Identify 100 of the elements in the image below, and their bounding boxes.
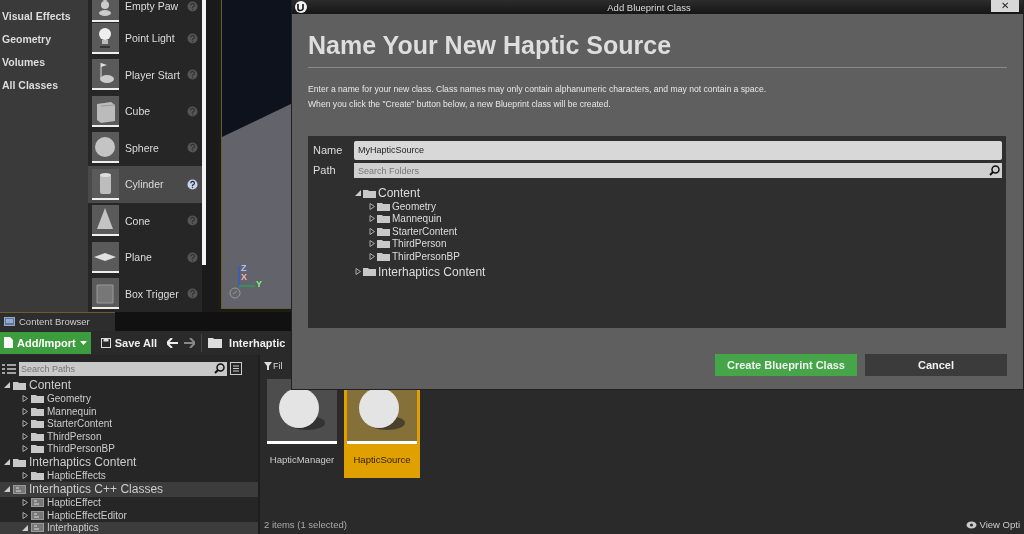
- folder-icon: [208, 337, 224, 349]
- folder-icon: [377, 226, 390, 236]
- folder-tree-item[interactable]: Geometry: [0, 392, 258, 405]
- actor-label: Box Trigger: [125, 287, 180, 300]
- folder-icon: [363, 267, 376, 276]
- search-icon: [989, 165, 1000, 176]
- code-folder-icon: [31, 510, 44, 520]
- help-icon: [187, 251, 198, 263]
- folder-tree-item[interactable]: Interhaptics Content: [0, 455, 258, 470]
- folder-icon: [31, 394, 44, 404]
- folder-icon: [31, 406, 44, 416]
- code-folder-icon: [13, 484, 26, 494]
- folder-tree-item[interactable]: ThirdPersonBP: [355, 250, 1002, 263]
- actor-list-item[interactable]: Cube: [88, 93, 202, 130]
- actor-label: Cylinder: [125, 178, 165, 191]
- folder-tree-item[interactable]: HapticEffects: [0, 469, 258, 482]
- dialog-title: Add Blueprint Class: [607, 1, 691, 13]
- folder-tree-item[interactable]: Content: [0, 378, 258, 393]
- folder-tree-item[interactable]: Geometry: [355, 200, 1002, 213]
- folder-tree-item[interactable]: Interhaptics: [0, 521, 258, 534]
- actor-thumbnail: [92, 241, 119, 273]
- folder-tree-item[interactable]: ThirdPerson: [0, 430, 258, 443]
- folder-tree-item[interactable]: ThirdPersonBP: [0, 442, 258, 455]
- breadcrumb-link[interactable]: Interhaptic: [229, 336, 286, 349]
- file-icon: [4, 337, 13, 349]
- folder-icon: [377, 201, 390, 211]
- folder-icon: [13, 457, 26, 467]
- folder-icon: [363, 188, 376, 198]
- actor-list-item[interactable]: Sphere: [88, 129, 202, 166]
- folder-icon: [31, 431, 44, 441]
- folder-tree-item[interactable]: StarterContent: [0, 417, 258, 430]
- actor-thumbnail: [92, 132, 119, 164]
- actor-list-item[interactable]: Cylinder: [88, 166, 202, 203]
- actor-thumbnail: [92, 95, 119, 127]
- folder-tree-item[interactable]: Mannequin: [355, 212, 1002, 225]
- help-icon: [187, 288, 198, 300]
- help-icon: [187, 0, 198, 12]
- actor-thumbnail: [92, 278, 119, 310]
- name-input-field[interactable]: MyHapticSource: [354, 140, 1002, 160]
- actor-thumbnail: [92, 59, 119, 91]
- save-all-button[interactable]: Save All: [96, 336, 162, 349]
- folder-icon: [31, 419, 44, 429]
- menu-icon: [230, 362, 242, 375]
- help-icon: [187, 178, 198, 190]
- filter-icon: [264, 362, 272, 370]
- category-item[interactable]: Volumes: [0, 54, 88, 70]
- folder-tree-item[interactable]: HapticEffectEditor: [0, 509, 258, 522]
- actor-list-item[interactable]: Empty Paw: [88, 0, 202, 20]
- actor-list-item[interactable]: Point Light: [88, 20, 202, 57]
- actor-list-item[interactable]: Cone: [88, 202, 202, 239]
- logo-icon: [295, 1, 307, 13]
- help-icon: [187, 142, 198, 154]
- folder-icon: [377, 239, 390, 249]
- help-icon: [187, 32, 198, 44]
- help-icon: [187, 215, 198, 227]
- actor-label: Cube: [125, 105, 152, 118]
- folder-tree-item[interactable]: StarterContent: [355, 225, 1002, 238]
- actor-list-item[interactable]: Plane: [88, 239, 202, 276]
- filters-button[interactable]: Fil: [264, 359, 283, 373]
- search-icon: [214, 363, 225, 374]
- eye-icon: [965, 520, 977, 529]
- actor-label: Plane: [125, 251, 153, 264]
- help-icon: [187, 69, 198, 81]
- cancel-button[interactable]: Cancel: [865, 354, 1007, 376]
- actor-label: Empty Paw: [125, 0, 180, 12]
- name-label: Name: [313, 144, 344, 156]
- expanded-arrow-icon: [22, 524, 28, 531]
- actor-label: Cone: [125, 214, 152, 227]
- folder-icon: [377, 251, 390, 261]
- folder-icon: [377, 214, 390, 224]
- content-browser-tab[interactable]: Content Browser: [0, 312, 115, 331]
- actor-label: Sphere: [125, 141, 160, 154]
- view-options-button[interactable]: View Opti: [965, 519, 1020, 530]
- save-icon: [100, 337, 111, 348]
- folder-tree-item[interactable]: Content: [355, 186, 1002, 200]
- folder-tree-item[interactable]: Mannequin: [0, 405, 258, 418]
- dialog-heading: Name Your New Haptic Source: [308, 31, 673, 61]
- folder-icon: [31, 444, 44, 454]
- back-arrow-icon: [167, 337, 179, 348]
- forward-arrow-icon: [184, 337, 196, 348]
- expanded-arrow-icon: [4, 486, 10, 493]
- folder-tree-item[interactable]: ThirdPerson: [355, 237, 1002, 250]
- folder-tree-item[interactable]: Interhaptics Content: [355, 264, 1002, 279]
- category-item[interactable]: All Classes: [0, 77, 88, 93]
- caret-icon: [79, 340, 87, 345]
- help-icon: [187, 105, 198, 117]
- close-button[interactable]: ✕: [991, 0, 1019, 12]
- item-count-text: 2 items (1 selected): [264, 519, 347, 530]
- actor-list-item[interactable]: Box Trigger: [88, 275, 202, 312]
- category-item[interactable]: Visual Effects: [0, 8, 88, 24]
- scrollbar-thumb[interactable]: [202, 0, 206, 265]
- actor-list-item[interactable]: Player Start: [88, 56, 202, 93]
- category-item[interactable]: Geometry: [0, 31, 88, 47]
- actor-thumbnail: [92, 168, 119, 200]
- camera-speed-icon: [229, 287, 241, 299]
- tree-list-icon: [2, 362, 16, 375]
- folder-tree-item[interactable]: HapticEffect: [0, 496, 258, 509]
- expanded-arrow-icon: [4, 459, 10, 466]
- folder-tree-item[interactable]: Interhaptics C++ Classes: [0, 482, 258, 497]
- description-text: When you click the "Create" button below, a new Blueprint class will be created.: [308, 98, 612, 111]
